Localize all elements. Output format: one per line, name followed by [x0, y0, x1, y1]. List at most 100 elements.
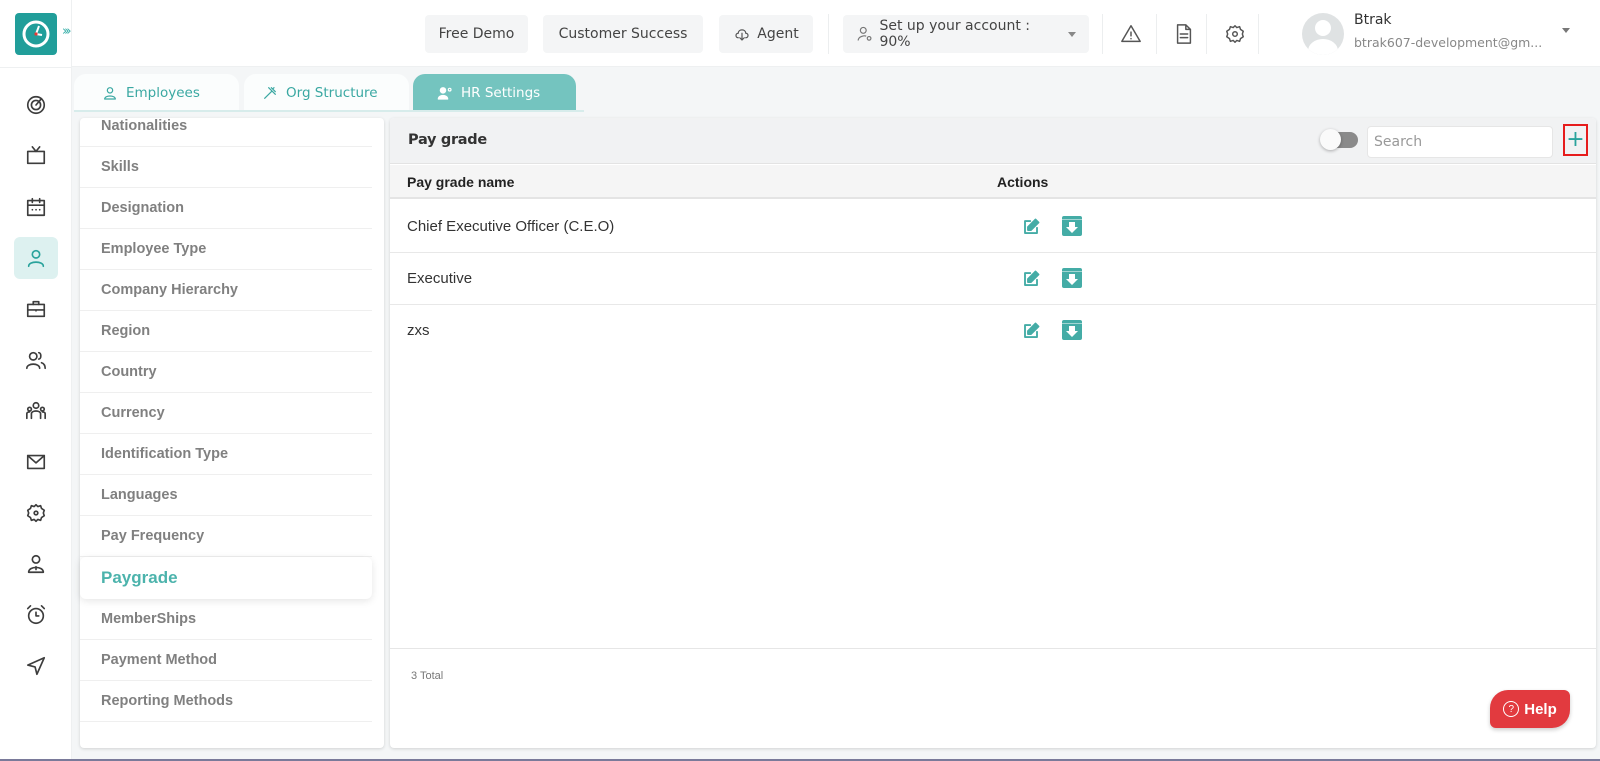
tab-org-structure-label: Org Structure: [286, 85, 378, 101]
archive-down-icon: [1066, 222, 1078, 233]
avatar-body: [1308, 39, 1338, 55]
document-icon: [1176, 24, 1192, 44]
archive-button[interactable]: [1062, 216, 1082, 236]
nav-item-memberships[interactable]: MemberShips: [80, 599, 372, 640]
avatar-head: [1315, 20, 1331, 36]
rail-item-mail[interactable]: [14, 441, 58, 483]
edit-icon[interactable]: [1022, 322, 1040, 340]
person-badge-icon: [27, 554, 45, 574]
nav-item-employee-type[interactable]: Employee Type: [80, 229, 372, 270]
separator: [828, 14, 829, 54]
help-button[interactable]: ? Help: [1490, 690, 1570, 728]
user-avatar[interactable]: [1302, 13, 1344, 55]
nav-item-company-hierarchy[interactable]: Company Hierarchy: [80, 270, 372, 311]
setup-account-label: Set up your account : 90%: [879, 18, 1030, 50]
setup-account-dropdown[interactable]: Set up your account : 90%: [843, 15, 1089, 53]
archived-toggle[interactable]: [1320, 129, 1358, 150]
add-paygrade-button[interactable]: +: [1563, 124, 1588, 156]
nav-item-languages[interactable]: Languages: [80, 475, 372, 516]
rail-divider: [0, 67, 72, 68]
paygrade-name: zxs: [407, 322, 430, 339]
rail-item-projects[interactable]: [14, 288, 58, 330]
rail-item-send[interactable]: [14, 645, 58, 687]
paygrade-panel: Pay grade + Pay grade name Actions Chief…: [390, 118, 1596, 748]
separator: [1206, 14, 1207, 54]
group-icon: [26, 401, 46, 420]
table-row: Executive: [390, 253, 1596, 305]
alert-button[interactable]: [1117, 20, 1145, 48]
user-menu-caret-icon[interactable]: [1562, 28, 1570, 33]
paygrade-name: Executive: [407, 270, 473, 287]
gear-icon: [26, 503, 46, 523]
rail-item-profile[interactable]: [14, 543, 58, 585]
search-input[interactable]: [1367, 126, 1553, 158]
agent-label: Agent: [757, 26, 799, 42]
document-button[interactable]: [1170, 20, 1198, 48]
rail-item-team[interactable]: [14, 339, 58, 381]
app-logo[interactable]: [15, 13, 57, 55]
rail-item-org[interactable]: [14, 390, 58, 432]
warning-icon: [1121, 25, 1141, 43]
nav-item-nationalities[interactable]: Nationalities: [80, 106, 372, 147]
send-icon: [26, 656, 46, 676]
nav-item-paygrade[interactable]: Paygrade: [80, 557, 372, 599]
footer-divider: [390, 648, 1596, 649]
panel-header: Pay grade +: [390, 118, 1596, 164]
panel-title: Pay grade: [408, 132, 487, 148]
customer-success-label: Customer Success: [558, 26, 688, 42]
table-row: Chief Executive Officer (C.E.O): [390, 201, 1596, 253]
archive-down-icon: [1066, 326, 1078, 337]
calendar-icon: [26, 197, 46, 217]
alarm-clock-icon: [26, 605, 46, 625]
rail-item-calendar[interactable]: [14, 186, 58, 228]
toggle-knob: [1320, 129, 1341, 150]
tools-icon: [264, 87, 276, 99]
nav-item-region[interactable]: Region: [80, 311, 372, 352]
user-email: btrak607-development@gm...: [1354, 35, 1543, 50]
rail-item-tv[interactable]: [14, 135, 58, 177]
customer-success-button[interactable]: Customer Success: [543, 15, 703, 53]
user-icon: [104, 87, 116, 100]
settings-button[interactable]: [1221, 20, 1249, 48]
paygrade-name: Chief Executive Officer (C.E.O): [407, 218, 615, 235]
hr-settings-nav: Nationalities Skills Designation Employe…: [80, 118, 384, 748]
total-count: 3 Total: [411, 670, 444, 682]
nav-item-currency[interactable]: Currency: [80, 393, 372, 434]
nav-item-skills[interactable]: Skills: [80, 147, 372, 188]
rail-item-employees[interactable]: [14, 237, 58, 279]
clock-logo-icon: [22, 20, 50, 48]
nav-item-pay-frequency[interactable]: Pay Frequency: [80, 516, 372, 557]
rail-item-settings[interactable]: [14, 492, 58, 534]
nav-item-country[interactable]: Country: [80, 352, 372, 393]
help-label: Help: [1524, 700, 1557, 718]
cloud-download-icon: [735, 29, 749, 41]
archive-down-icon: [1066, 274, 1078, 285]
users-icon: [26, 351, 46, 370]
edit-icon[interactable]: [1022, 270, 1040, 288]
edit-icon[interactable]: [1022, 218, 1040, 236]
expand-sidebar-icon[interactable]: ›››: [62, 24, 71, 39]
nav-item-payment-method[interactable]: Payment Method: [80, 640, 372, 681]
briefcase-icon: [26, 300, 46, 318]
archive-button[interactable]: [1062, 320, 1082, 340]
rail-item-dashboard[interactable]: [14, 84, 58, 126]
question-icon: ?: [1503, 701, 1520, 717]
archive-button[interactable]: [1062, 268, 1082, 288]
tab-hr-settings[interactable]: HR Settings: [413, 74, 576, 112]
nav-item-identification-type[interactable]: Identification Type: [80, 434, 372, 475]
mail-icon: [26, 454, 46, 470]
user-name: Btrak: [1354, 12, 1392, 28]
tab-hr-settings-label: HR Settings: [461, 85, 541, 101]
rail-item-timer[interactable]: [14, 594, 58, 636]
tv-icon: [26, 146, 46, 165]
nav-item-reporting-methods[interactable]: Reporting Methods: [80, 681, 372, 722]
nav-item-designation[interactable]: Designation: [80, 188, 372, 229]
separator: [1102, 14, 1103, 54]
column-header-name: Pay grade name: [407, 174, 515, 190]
left-rail: ›››: [0, 0, 72, 761]
agent-button[interactable]: Agent: [719, 15, 813, 53]
free-demo-button[interactable]: Free Demo: [425, 15, 528, 53]
tab-employees-label: Employees: [126, 85, 200, 101]
top-bar: Free Demo Customer Success Agent Set up …: [72, 0, 1600, 67]
table-header: Pay grade name Actions: [390, 165, 1596, 199]
